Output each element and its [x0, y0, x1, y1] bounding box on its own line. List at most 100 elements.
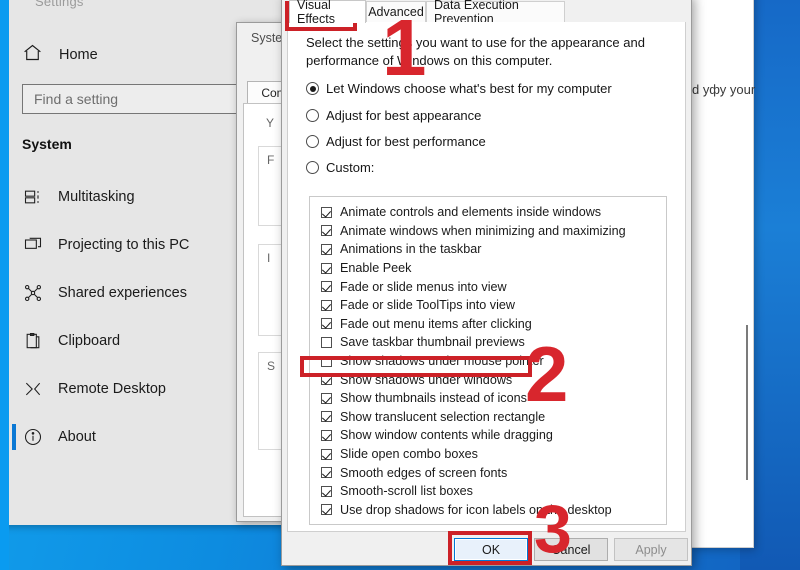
- list-item[interactable]: Fade or slide ToolTips into view: [310, 296, 666, 315]
- list-item-label: Animate controls and elements inside win…: [340, 205, 602, 220]
- radio-label: Adjust for best performance: [326, 134, 486, 149]
- checkbox[interactable]: [321, 281, 332, 293]
- radio-custom[interactable]: Custom:: [306, 160, 374, 175]
- list-item-label: Animations in the taskbar: [340, 242, 482, 257]
- performance-options-dialog: Visual Effects Advanced Data Execution P…: [281, 0, 692, 566]
- checkbox[interactable]: [321, 262, 332, 274]
- radio-label: Adjust for best appearance: [326, 108, 482, 123]
- radio-indicator: [306, 135, 319, 148]
- sysprops-ghost-label: F: [267, 153, 275, 167]
- sidebar-item-clipboard[interactable]: Clipboard: [12, 324, 256, 358]
- sidebar-item-label: Clipboard: [58, 333, 121, 349]
- list-item[interactable]: Show shadows under mouse pointer: [310, 352, 666, 371]
- sysprops-ghost-label: I: [267, 251, 271, 265]
- list-item[interactable]: Save taskbar thumbnail previews: [310, 333, 666, 352]
- list-item-label: Animate windows when minimizing and maxi…: [340, 223, 626, 238]
- panel-description: Select the settings you want to use for …: [306, 35, 645, 68]
- list-item[interactable]: Show shadows under windows: [310, 370, 666, 389]
- remote-desktop-icon: [22, 378, 44, 400]
- checkbox[interactable]: [321, 206, 332, 218]
- visual-effects-listbox[interactable]: Animate controls and elements inside win…: [309, 196, 667, 525]
- dialog-button-bar: OK Cancel Apply: [282, 532, 691, 565]
- list-item[interactable]: Enable Peek: [310, 259, 666, 278]
- settings-titlebar: Settings: [9, 0, 286, 14]
- list-item-label: Show thumbnails instead of icons: [340, 391, 527, 406]
- list-item[interactable]: Fade or slide menus into view: [310, 277, 666, 296]
- list-item-label: Show window contents while dragging: [340, 428, 553, 443]
- cancel-button[interactable]: Cancel: [534, 538, 608, 561]
- list-item-label: Slide open combo boxes: [340, 447, 478, 462]
- checkbox[interactable]: [321, 355, 332, 367]
- clipboard-icon: [22, 330, 44, 352]
- search-placeholder: Find a setting: [34, 91, 119, 107]
- checkbox[interactable]: [321, 448, 332, 460]
- list-item-show-thumbnails-instead-of-icons[interactable]: Show thumbnails instead of icons: [310, 389, 666, 408]
- sidebar-item-remote-desktop[interactable]: Remote Desktop: [12, 372, 256, 406]
- search-input[interactable]: Find a setting: [22, 84, 254, 114]
- sidebar-item-label: Shared experiences: [58, 285, 187, 301]
- system-properties-title: Syste: [251, 31, 283, 45]
- list-item[interactable]: Animate windows when minimizing and maxi…: [310, 222, 666, 241]
- list-item-label: Enable Peek: [340, 261, 412, 276]
- sidebar-item-about[interactable]: About: [12, 420, 256, 454]
- sidebar-item-label: Remote Desktop: [58, 381, 166, 397]
- sidebar-item-label: Projecting to this PC: [58, 237, 190, 253]
- checkbox[interactable]: [321, 411, 332, 423]
- background-window-text: d уфу your: [692, 82, 756, 97]
- sidebar-item-home[interactable]: Home: [22, 40, 242, 70]
- checkbox[interactable]: [321, 392, 332, 404]
- checkbox[interactable]: [321, 429, 332, 441]
- list-item[interactable]: Animate controls and elements inside win…: [310, 203, 666, 222]
- checkbox[interactable]: [321, 467, 332, 479]
- checkbox[interactable]: [321, 504, 332, 516]
- list-item[interactable]: Show window contents while dragging: [310, 426, 666, 445]
- list-item-label: Fade out menu items after clicking: [340, 316, 532, 331]
- list-item-label: Fade or slide ToolTips into view: [340, 298, 515, 313]
- sidebar-item-shared-experiences[interactable]: Shared experiences: [12, 276, 256, 310]
- list-item[interactable]: Use drop shadows for icon labels on the …: [310, 501, 666, 520]
- tab-strip: Visual Effects Advanced Data Execution P…: [282, 0, 691, 26]
- list-item-label: Fade or slide menus into view: [340, 279, 507, 294]
- ok-button[interactable]: OK: [454, 538, 528, 561]
- sysprops-ghost-label: Y: [266, 116, 275, 130]
- list-item-label: Use drop shadows for icon labels on the …: [340, 502, 612, 517]
- shared-experiences-icon: [22, 282, 44, 304]
- list-item-label: Show shadows under mouse pointer: [340, 354, 544, 369]
- background-window-scrollbar[interactable]: [746, 325, 748, 480]
- projecting-icon: [22, 234, 44, 256]
- checkbox[interactable]: [321, 299, 332, 311]
- checkbox[interactable]: [321, 318, 332, 330]
- tab-data-execution-prevention[interactable]: Data Execution Prevention: [426, 0, 565, 26]
- settings-accent-bar: [0, 0, 9, 570]
- radio-adjust-for-best-performance[interactable]: Adjust for best performance: [306, 134, 486, 149]
- sidebar-item-label: Multitasking: [58, 189, 135, 205]
- sidebar-item-projecting-to-this-pc[interactable]: Projecting to this PC: [12, 228, 256, 262]
- radio-indicator: [306, 109, 319, 122]
- list-item[interactable]: Slide open combo boxes: [310, 445, 666, 464]
- home-icon: [22, 42, 43, 68]
- list-item[interactable]: Fade out menu items after clicking: [310, 315, 666, 334]
- sysprops-ghost-label: S: [267, 359, 276, 373]
- checkbox[interactable]: [321, 374, 332, 386]
- apply-button[interactable]: Apply: [614, 538, 688, 561]
- checkbox[interactable]: [321, 225, 332, 237]
- tab-visual-effects[interactable]: Visual Effects: [289, 0, 366, 26]
- radio-label: Custom:: [326, 160, 375, 175]
- multitasking-icon: [22, 186, 44, 208]
- tab-advanced[interactable]: Advanced: [366, 1, 426, 22]
- list-item-label: Save taskbar thumbnail previews: [340, 335, 525, 350]
- list-item[interactable]: Show translucent selection rectangle: [310, 408, 666, 427]
- sidebar-item-multitasking[interactable]: Multitasking: [12, 180, 256, 214]
- checkbox[interactable]: [321, 336, 332, 348]
- visual-effects-panel: Select the settings you want to use for …: [287, 22, 686, 532]
- list-item[interactable]: Smooth edges of screen fonts: [310, 463, 666, 482]
- radio-let-windows-choose[interactable]: Let Windows choose what's best for my co…: [306, 81, 612, 96]
- list-item[interactable]: Smooth-scroll list boxes: [310, 482, 666, 501]
- checkbox[interactable]: [321, 243, 332, 255]
- list-item-label: Smooth-scroll list boxes: [340, 484, 473, 499]
- radio-indicator: [306, 161, 319, 174]
- sidebar-home-label: Home: [59, 47, 98, 63]
- checkbox[interactable]: [321, 485, 332, 497]
- list-item[interactable]: Animations in the taskbar: [310, 240, 666, 259]
- radio-adjust-for-best-appearance[interactable]: Adjust for best appearance: [306, 108, 481, 123]
